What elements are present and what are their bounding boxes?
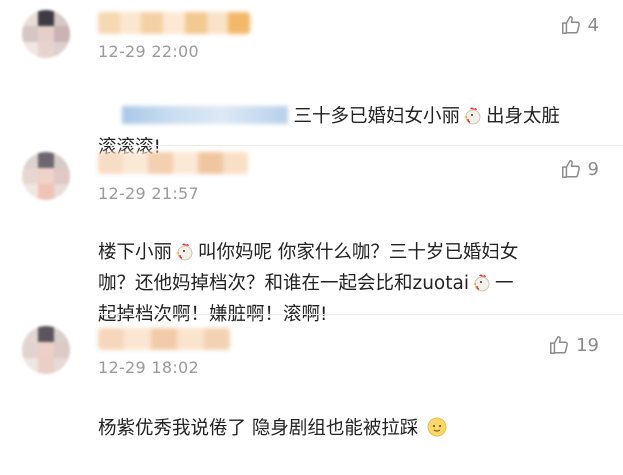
avatar[interactable]: [22, 326, 70, 374]
reply-username[interactable]: [121, 106, 288, 124]
chicken-emoji-icon: [471, 271, 493, 293]
thumbs-up-icon: [561, 160, 580, 178]
avatar[interactable]: [22, 152, 70, 200]
comment-timestamp: 12-29 18:02: [98, 358, 199, 377]
sweat-smile-emoji-icon: [426, 416, 448, 438]
username[interactable]: [98, 328, 230, 350]
username[interactable]: [98, 152, 248, 174]
comment-text: 杨紫优秀我说倦了 隐身剧组也能被拉踩: [98, 382, 450, 475]
like-count: 9: [587, 158, 599, 180]
like-count: 19: [576, 334, 599, 356]
avatar[interactable]: [22, 10, 70, 58]
chicken-emoji-icon: [462, 104, 484, 126]
chicken-emoji-icon: [174, 240, 196, 262]
like-button[interactable]: 4: [560, 14, 599, 36]
thumbs-up-icon: [561, 16, 580, 34]
username[interactable]: [98, 12, 250, 34]
divider: [98, 314, 623, 315]
comment-timestamp: 12-29 21:57: [98, 184, 199, 203]
comment-timestamp: 12-29 22:00: [98, 42, 199, 61]
like-button[interactable]: 19: [548, 334, 599, 356]
comment-text: 三十多已婚妇女小丽 出身太脏 滚滚滚!: [98, 104, 561, 158]
like-button[interactable]: 9: [560, 158, 599, 180]
thumbs-up-icon: [550, 336, 569, 354]
like-count: 4: [587, 14, 599, 36]
divider: [98, 145, 623, 146]
